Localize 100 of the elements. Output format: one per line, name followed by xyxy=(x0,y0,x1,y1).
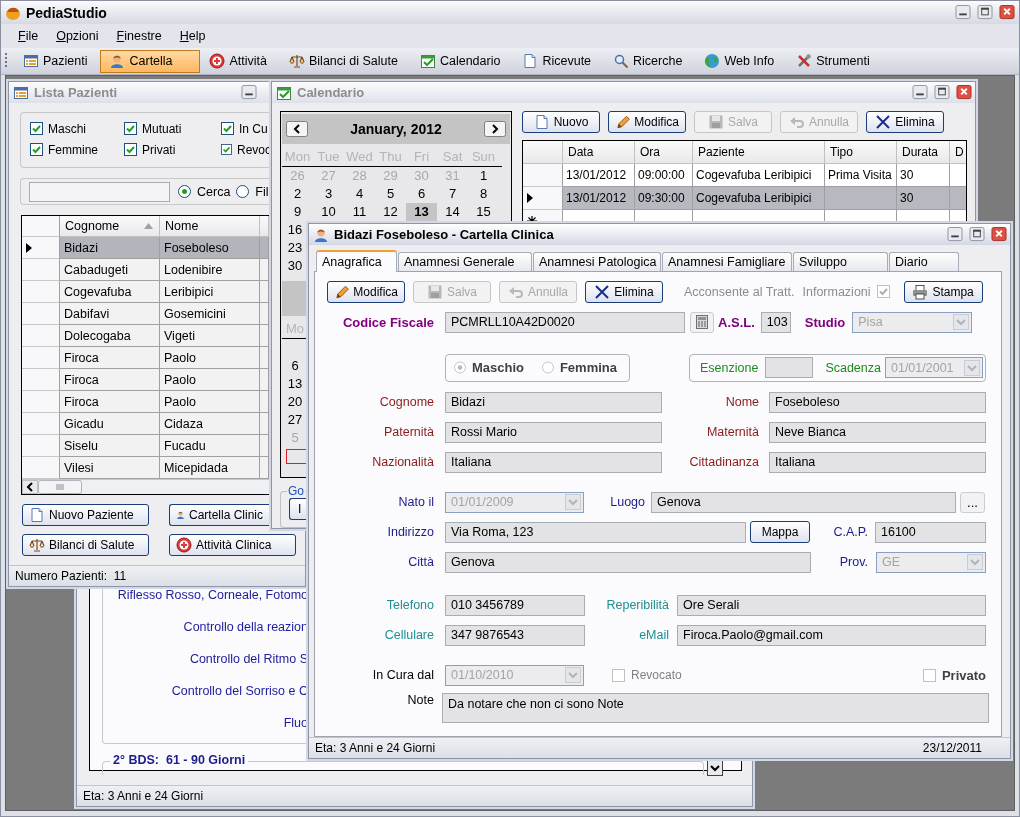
calendar-day[interactable]: 20 xyxy=(282,393,308,411)
radio-button[interactable] xyxy=(541,361,554,375)
action-button[interactable]: Attività Clinica xyxy=(169,534,296,556)
tab[interactable]: Diario xyxy=(889,251,959,271)
minimize-button[interactable] xyxy=(241,85,257,100)
text-field[interactable]: Ore Serali xyxy=(677,594,986,616)
calendar-day[interactable]: 12 xyxy=(375,203,406,221)
menu-item[interactable]: Help xyxy=(170,26,215,46)
search-field[interactable] xyxy=(29,181,170,202)
calendar-day[interactable]: 13 xyxy=(282,375,308,393)
text-field[interactable]: 010 3456789 xyxy=(445,594,585,616)
calendar-day[interactable]: 2 xyxy=(282,185,313,203)
toolbar-button[interactable]: Ricerche xyxy=(604,49,696,73)
calendar-day[interactable]: 14 xyxy=(437,203,468,221)
text-field[interactable]: Italiana xyxy=(445,451,662,473)
close-button[interactable] xyxy=(991,227,1007,242)
text-field[interactable]: Neve Bianca xyxy=(769,421,986,443)
calendar-day[interactable]: 4 xyxy=(344,185,375,203)
toolbar-button[interactable]: Ricevute xyxy=(513,49,605,73)
menu-item[interactable]: Opzioni xyxy=(47,26,108,46)
calculator-button[interactable] xyxy=(690,311,714,333)
action-button[interactable]: Cartella Clinic xyxy=(169,504,269,526)
checkbox[interactable] xyxy=(124,122,137,135)
tab[interactable]: Anamnesi Patologica xyxy=(533,251,661,271)
checkbox[interactable] xyxy=(221,122,234,135)
text-field[interactable] xyxy=(765,357,814,379)
checkbox[interactable] xyxy=(922,668,936,682)
calendar-day[interactable]: 13 xyxy=(406,203,437,221)
previous-month-button[interactable] xyxy=(286,121,308,137)
toolbar-button[interactable]: Web Info xyxy=(695,49,788,73)
checkbox[interactable] xyxy=(221,143,232,156)
checkbox[interactable] xyxy=(30,122,43,135)
checkbox[interactable] xyxy=(124,143,137,156)
toolbar-button[interactable]: Elimina xyxy=(585,280,663,303)
maximize-button[interactable] xyxy=(977,5,993,20)
maximize-button[interactable] xyxy=(934,85,950,100)
toolbar-button[interactable]: Cartella xyxy=(100,49,201,73)
tab[interactable]: Anamnesi Famigliare xyxy=(662,251,792,271)
text-field[interactable]: Italiana xyxy=(769,451,986,473)
maximize-button[interactable] xyxy=(969,227,985,242)
calendar-day[interactable]: 30 xyxy=(282,257,308,275)
toolbar-button[interactable]: Calendario xyxy=(410,49,514,73)
text-field[interactable]: Foseboleso xyxy=(769,391,986,413)
tab[interactable]: Anagrafica xyxy=(316,249,397,272)
toolbar-button[interactable]: Pazienti xyxy=(14,49,101,73)
calendar-day[interactable]: 10 xyxy=(313,203,344,221)
calendar-day[interactable]: 9 xyxy=(282,203,313,221)
next-month-button[interactable] xyxy=(484,121,506,137)
print-button[interactable]: Stampa xyxy=(903,280,983,303)
text-field[interactable]: Genova xyxy=(651,491,956,513)
toolbar-button[interactable]: Elimina xyxy=(866,111,944,133)
menu-item[interactable]: Finestre xyxy=(107,26,171,46)
calendar-day[interactable]: 6 xyxy=(406,185,437,203)
calendar-day[interactable]: 1 xyxy=(468,167,499,185)
menu-item[interactable]: File xyxy=(9,26,48,46)
tab[interactable]: Anamnesi Generale xyxy=(398,251,532,271)
calendar-day[interactable]: 3 xyxy=(313,185,344,203)
calendar-day[interactable]: 5 xyxy=(375,185,406,203)
toolbar-button[interactable]: Nuovo xyxy=(522,111,600,133)
calendar-day[interactable]: 7 xyxy=(437,185,468,203)
text-field[interactable]: 347 9876543 xyxy=(445,624,585,646)
minimize-button[interactable] xyxy=(912,85,928,100)
calendar-day[interactable]: 11 xyxy=(344,203,375,221)
calendar-day[interactable]: 6 xyxy=(282,357,308,375)
toolbar-grip[interactable] xyxy=(5,52,8,70)
text-field[interactable]: PCMRLL10A42D0020 xyxy=(445,311,685,333)
row-header[interactable] xyxy=(22,237,60,259)
toolbar-button[interactable]: Modifica xyxy=(608,111,686,133)
calendar-day[interactable]: 27 xyxy=(282,411,308,429)
toolbar-button[interactable]: Modifica xyxy=(327,280,405,303)
text-field[interactable]: Rossi Mario xyxy=(445,421,662,443)
horizontal-scrollbar[interactable] xyxy=(22,479,269,494)
text-field[interactable]: 103 xyxy=(760,311,791,333)
calendar-day[interactable]: 16 xyxy=(282,221,308,239)
text-field[interactable]: 16100 xyxy=(875,521,986,543)
calendar-day[interactable]: 23 xyxy=(282,239,308,257)
close-button[interactable] xyxy=(956,85,972,100)
minimize-button[interactable] xyxy=(947,227,963,242)
radio-button[interactable] xyxy=(454,361,466,375)
text-field[interactable]: Via Roma, 123 xyxy=(445,521,746,543)
close-button[interactable] xyxy=(999,5,1015,20)
radio-button[interactable] xyxy=(236,185,250,198)
text-field[interactable]: Bidazi xyxy=(445,391,662,413)
toolbar-button[interactable]: Bilanci di Salute xyxy=(280,49,411,73)
map-button[interactable]: Mappa xyxy=(750,521,810,544)
text-field[interactable]: Genova xyxy=(445,551,811,573)
notes-field[interactable]: Da notare che non ci sono Note xyxy=(442,692,989,723)
toolbar-button[interactable]: Strumenti xyxy=(787,49,883,73)
calendar-day[interactable]: 8 xyxy=(468,185,499,203)
tab[interactable]: Sviluppo xyxy=(793,251,888,271)
toolbar-button[interactable]: Attività xyxy=(200,49,280,73)
action-button[interactable]: Nuovo Paziente xyxy=(22,504,149,526)
checkbox[interactable] xyxy=(30,143,43,156)
text-field[interactable]: Firoca.Paolo@gmail.com xyxy=(677,624,986,646)
row-header[interactable] xyxy=(523,187,563,210)
scroll-left-button[interactable] xyxy=(22,480,38,494)
browse-button[interactable]: ... xyxy=(960,491,985,513)
action-button[interactable]: Bilanci di Salute xyxy=(22,534,149,556)
checkbox[interactable] xyxy=(876,285,890,299)
radio-button[interactable] xyxy=(178,185,191,198)
